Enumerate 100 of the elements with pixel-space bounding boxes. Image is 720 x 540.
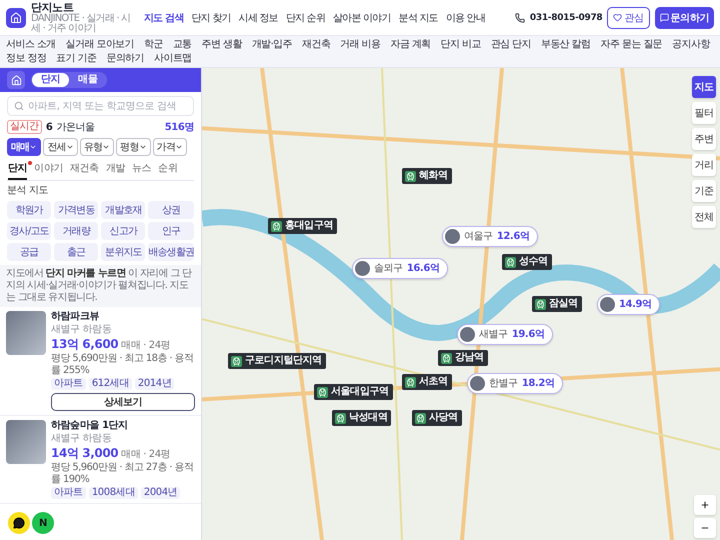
filter-dropdown[interactable]: 유형 bbox=[80, 138, 114, 156]
nav-link[interactable]: 분석 지도 bbox=[398, 10, 438, 24]
filter-dropdown[interactable]: 매매 bbox=[7, 138, 42, 156]
caret-icon bbox=[66, 143, 74, 151]
nav-link[interactable]: 이용 안내 bbox=[446, 10, 486, 24]
subnav-link[interactable]: 표기 기준 bbox=[56, 52, 96, 65]
station-marker[interactable]: 혜화역 bbox=[402, 168, 452, 184]
inquiry-button[interactable]: 문의하기 bbox=[654, 6, 714, 28]
station-marker[interactable]: 성수역 bbox=[502, 254, 552, 270]
analysis-map-button[interactable]: 공급 bbox=[7, 243, 52, 261]
map-control-button[interactable]: 주변 bbox=[692, 128, 716, 150]
subnav-link[interactable]: 자금 계획 bbox=[390, 38, 431, 51]
filter-dropdown[interactable]: 평형 bbox=[116, 138, 151, 156]
subnav-link[interactable]: 관심 단지 bbox=[490, 38, 531, 51]
station-marker[interactable]: 홍대입구역 bbox=[268, 218, 338, 234]
tagline: DANJINOTE · 실거래 · 시세 · 거주 이야기 bbox=[31, 14, 132, 34]
subnav-link[interactable]: 재건축 bbox=[302, 38, 330, 51]
photo-placeholder bbox=[6, 311, 46, 355]
live-rank: 6 bbox=[46, 120, 52, 134]
analysis-map-button[interactable]: 배송생활권 bbox=[148, 243, 194, 261]
price-marker[interactable]: 새별구 19.6억 bbox=[457, 324, 552, 345]
photo-placeholder bbox=[355, 261, 370, 276]
station-marker[interactable]: 낙성대역 bbox=[332, 410, 392, 426]
phone-icon bbox=[514, 12, 525, 22]
mode-toggle[interactable]: 매물 bbox=[69, 73, 106, 87]
station-marker[interactable]: 사당역 bbox=[412, 410, 462, 426]
price-text: 12.6억 bbox=[496, 230, 530, 242]
panel-tab[interactable]: 순위 bbox=[158, 160, 178, 180]
price-marker[interactable]: 14.9억 bbox=[597, 294, 660, 315]
live-count: 516명 bbox=[164, 120, 194, 134]
subnav-link[interactable]: 서비스 소개 bbox=[6, 38, 56, 51]
search-icon bbox=[14, 101, 24, 111]
nav-link[interactable]: 시세 정보 bbox=[238, 10, 278, 24]
subnav-link[interactable]: 학군 bbox=[144, 38, 163, 51]
map-control-button[interactable]: 전체 bbox=[692, 206, 716, 228]
analysis-map-button[interactable]: 개발호재 bbox=[101, 201, 146, 219]
analysis-map-button[interactable]: 학원가 bbox=[7, 201, 52, 219]
subnav-link[interactable]: 주변 생활 bbox=[202, 38, 242, 51]
analysis-map-button[interactable]: 신고가 bbox=[101, 222, 146, 240]
price-marker[interactable]: 솔뫼구 16.6억 bbox=[352, 258, 448, 279]
caret-icon bbox=[175, 143, 184, 151]
photo-placeholder bbox=[600, 297, 615, 312]
subnav-link[interactable]: 교통 bbox=[172, 38, 192, 51]
analysis-map-button[interactable]: 상권 bbox=[148, 201, 194, 219]
subnav-link[interactable]: 공지사항 bbox=[672, 38, 710, 51]
subnav-link[interactable]: 자주 묻는 질문 bbox=[600, 38, 662, 51]
home-button[interactable] bbox=[7, 71, 25, 89]
panel-tab[interactable]: 뉴스 bbox=[132, 160, 152, 180]
panel-tab[interactable]: 단지 bbox=[8, 160, 28, 180]
panel-tab[interactable]: 재건축 bbox=[70, 160, 99, 180]
nav-link[interactable]: 지도 검색 bbox=[144, 10, 184, 24]
analysis-map-button[interactable]: 거래량 bbox=[54, 222, 98, 240]
station-marker[interactable]: 서초역 bbox=[402, 374, 452, 390]
station-marker[interactable]: 잠실역 bbox=[532, 296, 582, 312]
search-field[interactable]: 아파트, 지역 또는 학교명으로 검색 bbox=[7, 96, 194, 116]
live-badge: 실시간 bbox=[7, 120, 42, 134]
complex-tag: 612세대 bbox=[88, 378, 132, 390]
map-control-button[interactable]: 거리 bbox=[692, 154, 716, 176]
subnav-link[interactable]: 단지 비교 bbox=[440, 38, 481, 51]
complex-price: 14억 3,000 bbox=[51, 446, 118, 460]
subnav-link[interactable]: 개발·입주 bbox=[252, 38, 292, 51]
district-name: 새별구 bbox=[479, 328, 508, 340]
subnav-link[interactable]: 사이트맵 bbox=[154, 52, 192, 65]
panel-tab[interactable]: 개발 bbox=[106, 160, 126, 180]
section-title: 분석 지도 bbox=[7, 185, 50, 197]
mode-toggle[interactable]: 단지 bbox=[32, 73, 70, 87]
analysis-map-button[interactable]: 가격변동 bbox=[54, 201, 98, 219]
subnav-link[interactable]: 문의하기 bbox=[106, 52, 144, 65]
detail-button[interactable]: 상세보기 bbox=[51, 393, 195, 411]
analysis-map-button[interactable]: 경사/고도 bbox=[7, 222, 52, 240]
favorite-button[interactable]: 관심 bbox=[607, 6, 650, 28]
analysis-map-button[interactable]: 출근 bbox=[54, 243, 98, 261]
filter-dropdown[interactable]: 가격 bbox=[152, 138, 188, 156]
map-control-button[interactable]: 필터 bbox=[692, 102, 716, 124]
plus-icon bbox=[700, 500, 710, 510]
price-marker[interactable]: 한별구 18.2억 bbox=[467, 373, 562, 394]
station-marker[interactable]: 서울대입구역 bbox=[314, 384, 393, 400]
subnav-link[interactable]: 실거래 모아보기 bbox=[66, 38, 134, 51]
filter-dropdown[interactable]: 전세 bbox=[43, 138, 78, 156]
caret-icon bbox=[138, 143, 147, 151]
train-icon bbox=[317, 386, 328, 398]
map-control-button[interactable]: 기준 bbox=[692, 180, 716, 202]
live-complex-name: 가온너울 bbox=[56, 120, 96, 134]
analysis-map-button[interactable]: 인구 bbox=[148, 222, 194, 240]
nav-link[interactable]: 단지 찾기 bbox=[191, 10, 231, 24]
nav-link[interactable]: 살아본 이야기 bbox=[333, 10, 391, 24]
zoom-in-button[interactable] bbox=[694, 495, 716, 515]
subnav-link[interactable]: 거래 비용 bbox=[340, 38, 380, 51]
map-control-button[interactable]: 지도 bbox=[692, 76, 716, 98]
nav-link[interactable]: 단지 순위 bbox=[286, 10, 326, 24]
analysis-map-button[interactable]: 분위지도 bbox=[101, 243, 146, 261]
station-marker[interactable]: 강남역 bbox=[438, 350, 488, 366]
subnav-link[interactable]: 정보 정정 bbox=[6, 52, 46, 65]
station-marker[interactable]: 구로디지털단지역 bbox=[228, 353, 326, 369]
chat-icon bbox=[660, 13, 669, 22]
complex-specs: 평당 5,960만원 · 최고 27층 · 용적률 190% bbox=[51, 462, 194, 486]
caret-icon bbox=[29, 143, 38, 151]
price-marker[interactable]: 여울구 12.6억 bbox=[442, 226, 538, 247]
panel-tab[interactable]: 이야기 bbox=[34, 160, 64, 180]
subnav-link[interactable]: 부동산 칼럼 bbox=[540, 38, 591, 51]
